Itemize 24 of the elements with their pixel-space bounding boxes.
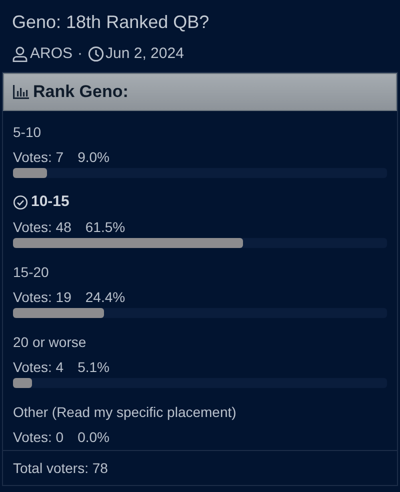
separator: · <box>78 44 83 64</box>
option-label: 20 or worse <box>13 333 86 351</box>
option-label: 10-15 <box>31 193 70 211</box>
vote-count: Votes: 48 <box>13 218 72 236</box>
total-voters: Total voters: 78 <box>3 450 397 485</box>
author-link[interactable]: AROS <box>30 44 73 64</box>
vote-count: Votes: 7 <box>13 148 64 166</box>
option-label: 5-10 <box>13 123 42 141</box>
user-icon <box>12 46 28 62</box>
vote-count: Votes: 4 <box>13 358 64 376</box>
vote-percent: 9.0% <box>78 148 110 166</box>
post-date[interactable]: Jun 2, 2024 <box>106 44 184 64</box>
poll-question: Rank Geno: <box>33 82 128 102</box>
option-label: Other (Read my specific placement) <box>13 403 236 421</box>
vote-percent: 24.4% <box>85 288 126 306</box>
vote-count: Votes: 0 <box>13 428 64 446</box>
vote-percent: 0.0% <box>78 428 110 446</box>
vote-percent: 61.5% <box>85 218 126 236</box>
vote-count: Votes: 19 <box>13 288 72 306</box>
bar-chart-icon <box>13 85 29 99</box>
vote-percent: 5.1% <box>78 358 110 376</box>
clock-icon <box>88 46 104 62</box>
option-label: 15-20 <box>13 263 49 281</box>
thread-title: Geno: 18th Ranked QB? <box>12 11 210 34</box>
